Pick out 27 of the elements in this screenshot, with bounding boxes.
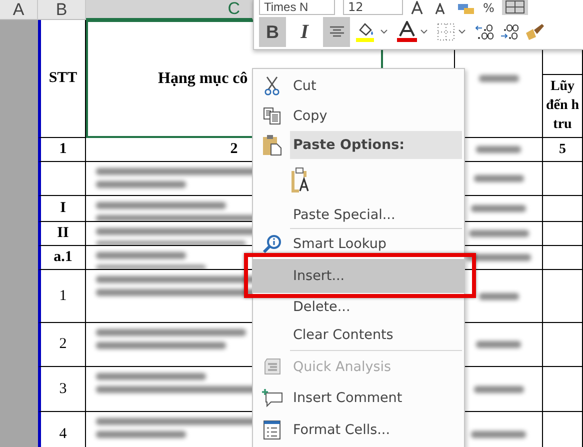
bold-button[interactable]: B [259, 17, 286, 47]
table-cell: I [38, 196, 86, 222]
table-cell: 1 [38, 138, 86, 162]
percent-button[interactable]: % [483, 1, 494, 15]
menu-item[interactable]: Delete... [290, 293, 464, 320]
font-name-box[interactable]: Times N [259, 0, 335, 15]
column-header[interactable]: C [86, 0, 253, 20]
table-cell-text: Lũy [550, 78, 575, 96]
font-size-box[interactable]: 12 [343, 0, 403, 15]
table-cell: a.1 [38, 246, 86, 270]
table-cell-text: đến h [546, 97, 580, 115]
table-cell: II [38, 222, 86, 246]
column-header[interactable]: A [0, 0, 38, 20]
column-header[interactable]: B [38, 0, 86, 20]
table-cell: 1 [38, 270, 86, 323]
menu-item: Quick Analysis [290, 350, 462, 382]
menu-item[interactable]: Paste Special... [290, 201, 464, 228]
table-cell-text: tru [553, 116, 572, 134]
menu-item[interactable]: Clear Contents [290, 320, 464, 350]
table-cell: 3 [38, 367, 86, 412]
table-cell: STT [38, 20, 86, 138]
table-cell: 4 [38, 412, 86, 447]
menu-item[interactable]: Insert Comment [290, 382, 464, 414]
table-cell: 5 [543, 138, 583, 162]
menu-item[interactable]: Insert... [253, 259, 464, 293]
table-cell: 2 [38, 323, 86, 367]
menu-heading: Paste Options: [290, 131, 462, 159]
